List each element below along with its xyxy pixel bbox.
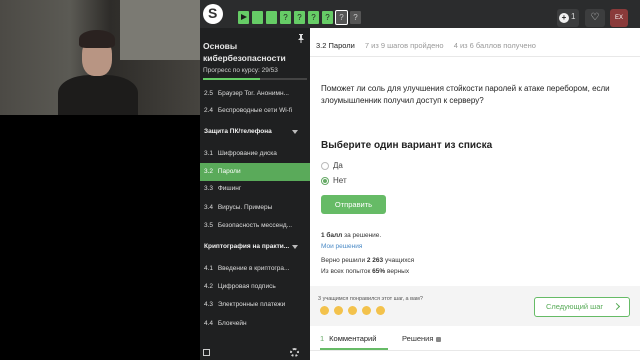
favorite-button[interactable]: ♡ (585, 9, 605, 27)
webcam-person-hair (79, 30, 115, 48)
avatar[interactable]: EX (610, 9, 628, 27)
sidebar-item[interactable]: 2.5 Браузер Tor. Анонимн... (200, 85, 310, 103)
sidebar-item[interactable]: 4.3 Электронные платежи (200, 296, 310, 314)
webcam-window (120, 0, 200, 60)
pin-icon[interactable] (297, 34, 305, 43)
sidebar-item[interactable]: 4.1 Введение в криптогра... (200, 260, 310, 278)
divider (310, 56, 640, 57)
breadcrumb: 3.2 Пароли 7 из 9 шагов пройдено 4 из 6 … (316, 41, 536, 50)
expand-icon[interactable] (203, 349, 210, 356)
sidebar-section-pc[interactable]: Защита ПК/телефона (200, 124, 310, 140)
chevron-down-icon (292, 245, 298, 249)
sidebar-section-crypto[interactable]: Криптография на практи... (200, 239, 310, 255)
sidebar-item[interactable]: 3.3 Фишинг (200, 180, 310, 198)
emoji-icon[interactable] (320, 306, 329, 315)
next-step-button[interactable]: Следующий шаг (534, 297, 630, 317)
feedback-question: 3 учащимся понравился этот шаг, а вам? (318, 296, 423, 302)
course-sidebar: Основы кибербезопасности Прогресс по кур… (200, 28, 310, 360)
option-yes[interactable]: Да (321, 161, 343, 171)
step-quiz[interactable]: ? (335, 10, 348, 25)
app-root: ?????? + 1 ♡ EX Основы кибербезопасности… (0, 0, 640, 360)
chevron-right-icon (612, 302, 621, 311)
feedback-panel: 3 учащимся понравился этот шаг, а вам? С… (310, 286, 640, 326)
course-progress-bar (203, 78, 307, 80)
tab-comments[interactable]: 1 Комментарий (320, 334, 389, 350)
sidebar-footer (200, 346, 310, 360)
course-title[interactable]: Основы кибербезопасности (203, 40, 293, 64)
heart-icon: ♡ (590, 12, 600, 23)
bell-icon: + (559, 13, 569, 23)
step-quiz[interactable]: ? (350, 11, 361, 24)
course-progress-fill (203, 78, 260, 80)
sidebar-item[interactable]: 4.4 Блокчейн (200, 315, 310, 333)
course-progress-text: Прогресс по курсу: 29/53 (203, 67, 278, 74)
notifications-count: 1 (571, 12, 576, 21)
lesson-content: 3.2 Пароли 7 из 9 шагов пройдено 4 из 6 … (310, 28, 640, 360)
question-text: Поможет ли соль для улучшения стойкости … (321, 84, 610, 105)
sidebar-item[interactable]: 3.1 Шифрование диска (200, 145, 310, 163)
radio-button[interactable] (321, 161, 329, 170)
sidebar-item[interactable]: 3.5 Безопасность мессенд... (200, 217, 310, 235)
step-title: 3.2 Пароли (316, 41, 355, 50)
emoji-icon[interactable] (348, 306, 357, 315)
attempts-stats: Из всех попыток 65% верных (321, 268, 410, 275)
my-solutions-link[interactable]: Мои решения (321, 243, 362, 250)
stepik-logo[interactable] (203, 4, 223, 24)
sidebar-item[interactable]: 2.4 Беспроводные сети Wi-fi (200, 102, 310, 120)
divider (310, 350, 640, 351)
steps-passed: 7 из 9 шагов пройдено (364, 41, 444, 50)
solved-stats: Верно решили 2 263 учащихся (321, 257, 415, 264)
radio-button-checked[interactable] (321, 176, 329, 185)
sidebar-item[interactable]: 4.2 Цифровая подпись (200, 278, 310, 296)
notifications-button[interactable]: + 1 (557, 9, 579, 27)
emoji-icon[interactable] (362, 306, 371, 315)
emoji-icon[interactable] (334, 306, 343, 315)
sidebar-item-active[interactable]: 3.2 Пароли (200, 163, 310, 181)
chevron-down-icon (292, 130, 298, 134)
tab-solutions[interactable]: Решения (402, 334, 442, 343)
step-video[interactable] (238, 11, 249, 24)
gear-icon[interactable] (290, 348, 299, 357)
submit-button[interactable]: Отправить (321, 195, 386, 214)
task-title: Выберите один вариант из списка (321, 140, 493, 151)
lock-icon (436, 336, 442, 342)
step-quiz[interactable]: ? (322, 11, 333, 24)
points-received: 4 из 6 баллов получено (453, 41, 536, 50)
score-text: 1 балл за решение. (321, 232, 382, 239)
webcam-overlay (0, 0, 200, 115)
sidebar-item[interactable]: 3.4 Вирусы. Примеры (200, 199, 310, 217)
webcam-person-body (58, 75, 138, 115)
option-no[interactable]: Нет (321, 176, 347, 186)
step-done[interactable] (266, 11, 277, 24)
step-quiz[interactable]: ? (308, 11, 319, 24)
top-navigation: ?????? + 1 ♡ EX (200, 0, 640, 28)
step-quiz[interactable]: ? (280, 11, 291, 24)
step-done[interactable] (252, 11, 263, 24)
emoji-icon[interactable] (376, 306, 385, 315)
step-quiz[interactable]: ? (294, 11, 305, 24)
